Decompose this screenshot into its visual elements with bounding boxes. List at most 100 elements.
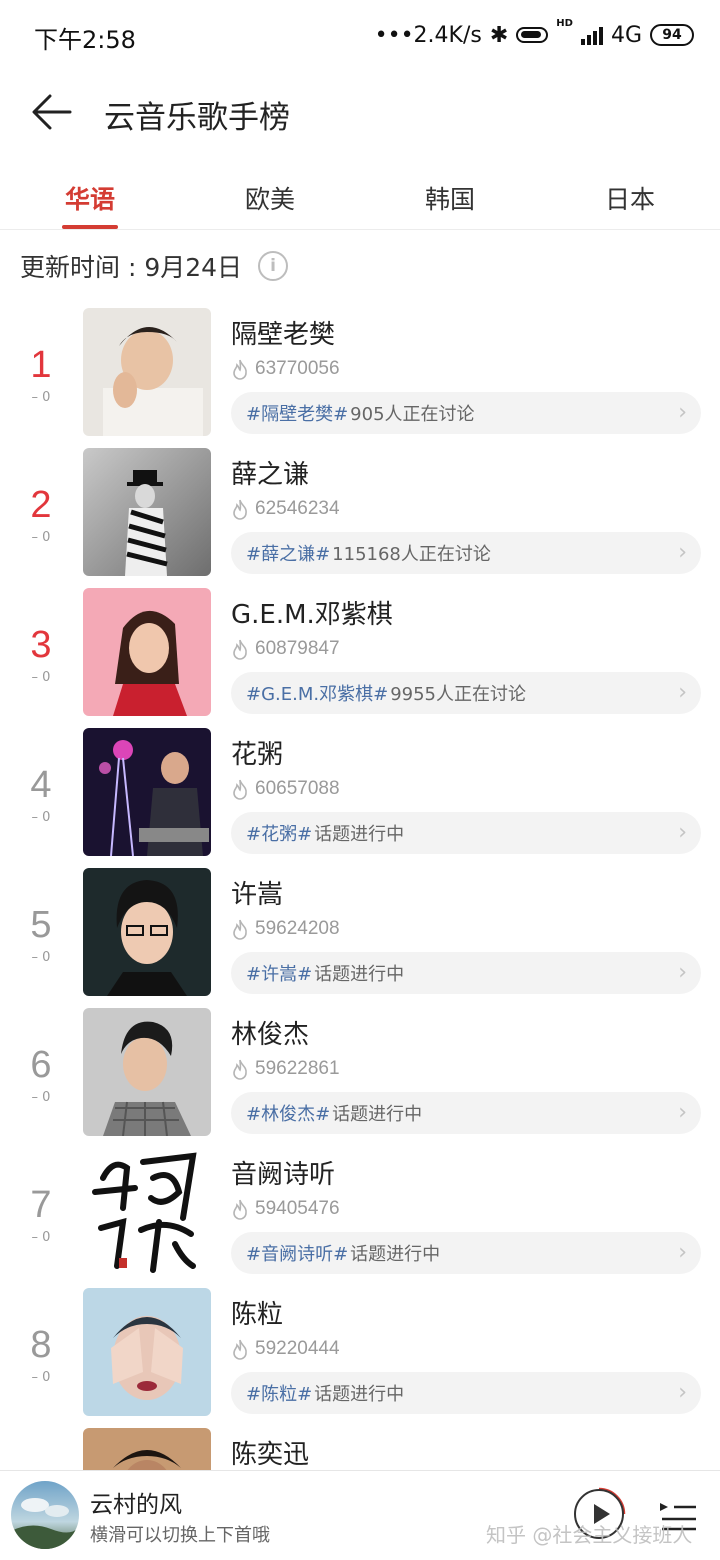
singer-row[interactable]: 2 – 0 薛之谦 62546234 #薛之谦# 115168人正在讨论 › bbox=[0, 440, 720, 580]
singer-row[interactable]: 8 – 0 陈粒 59220444 #陈粒# 话题进行中 › bbox=[0, 1280, 720, 1420]
topic-tag: #薛之谦# bbox=[246, 544, 331, 565]
singer-row[interactable]: 7 – 0 音阙诗听 59405476 #音阙诗听# 话题进行中 › bbox=[0, 1140, 720, 1280]
page-title: 云音乐歌手榜 bbox=[104, 100, 290, 136]
chevron-right-icon: › bbox=[678, 1240, 687, 1265]
rank-change: – 0 bbox=[31, 390, 51, 405]
heat-row: 63770056 bbox=[231, 356, 340, 382]
singer-list[interactable]: 1 – 0 隔壁老樊 63770056 #隔壁老樊# 905人正在讨论 › 2 … bbox=[0, 300, 720, 1470]
status-time: 下午2:58 bbox=[34, 26, 136, 54]
vibrate-toggle-icon bbox=[516, 27, 549, 43]
rank-number: 7 bbox=[30, 1184, 52, 1226]
hd-label: HD bbox=[556, 18, 573, 29]
topic-status: 9955人正在讨论 bbox=[390, 684, 526, 705]
tab-korean[interactable]: 韩国 bbox=[360, 156, 540, 229]
heat-row: 59220444 bbox=[231, 1336, 340, 1362]
singer-row[interactable]: 6 – 0 林俊杰 59622861 #林俊杰# 话题进行中 › bbox=[0, 1000, 720, 1140]
rank-change: – 0 bbox=[31, 670, 51, 685]
topic-tag: #陈粒# bbox=[246, 1384, 313, 1405]
info-icon[interactable]: i bbox=[258, 251, 289, 281]
rank-change: – 0 bbox=[31, 1090, 51, 1105]
update-time-row: 更新时间 : 9月24日 i bbox=[20, 248, 289, 284]
flame-icon bbox=[233, 779, 247, 800]
singer-avatar bbox=[83, 1288, 211, 1416]
singer-name: 许嵩 bbox=[231, 880, 284, 910]
topic-status: 话题进行中 bbox=[314, 964, 405, 985]
singer-avatar bbox=[83, 1148, 211, 1276]
chevron-right-icon: › bbox=[678, 400, 687, 425]
heat-value: 63770056 bbox=[255, 358, 340, 379]
rank-change: – 0 bbox=[31, 1370, 51, 1385]
battery-level: 94 bbox=[662, 27, 682, 43]
singer-name: 林俊杰 bbox=[231, 1020, 310, 1050]
topic-pill[interactable]: #音阙诗听# 话题进行中 › bbox=[231, 1232, 701, 1274]
rank-change: – 0 bbox=[31, 810, 51, 825]
topic-pill[interactable]: #许嵩# 话题进行中 › bbox=[231, 952, 701, 994]
topic-pill[interactable]: #薛之谦# 115168人正在讨论 › bbox=[231, 532, 701, 574]
rank-number: 2 bbox=[30, 484, 52, 526]
back-button[interactable] bbox=[30, 92, 74, 132]
singer-name: 音阙诗听 bbox=[231, 1160, 336, 1190]
heat-value: 59622861 bbox=[255, 1058, 340, 1079]
singer-row[interactable]: 5 – 0 许嵩 59624208 #许嵩# 话题进行中 › bbox=[0, 860, 720, 1000]
rank-change: – 0 bbox=[31, 530, 51, 545]
now-playing-title: 云村的风 bbox=[90, 1492, 182, 1518]
heat-row: 59405476 bbox=[231, 1196, 340, 1222]
chevron-right-icon: › bbox=[678, 960, 687, 985]
heat-value: 59624208 bbox=[255, 918, 340, 939]
flame-icon bbox=[233, 1199, 247, 1220]
network-type: 4G bbox=[610, 22, 642, 48]
topic-pill[interactable]: #陈粒# 话题进行中 › bbox=[231, 1372, 701, 1414]
singer-avatar bbox=[83, 1428, 211, 1470]
topic-tag: #G.E.M.邓紫棋# bbox=[246, 684, 389, 705]
back-arrow-icon bbox=[32, 94, 72, 130]
watermark: 知乎 @社会主义接班人 bbox=[486, 1523, 693, 1547]
topic-pill[interactable]: #花粥# 话题进行中 › bbox=[231, 812, 701, 854]
singer-row[interactable]: 1 – 0 隔壁老樊 63770056 #隔壁老樊# 905人正在讨论 › bbox=[0, 300, 720, 440]
singer-name: G.E.M.邓紫棋 bbox=[231, 600, 393, 630]
region-tabs: 华语 欧美 韩国 日本 bbox=[0, 156, 720, 230]
network-speed: •••2.4K/s bbox=[374, 22, 482, 48]
heat-value: 62546234 bbox=[255, 498, 340, 519]
topic-tag: #音阙诗听# bbox=[246, 1244, 349, 1265]
singer-row[interactable]: 3 – 0 G.E.M.邓紫棋 60879847 #G.E.M.邓紫棋# 995… bbox=[0, 580, 720, 720]
signal-icon bbox=[580, 25, 603, 45]
status-bar: 下午2:58 •••2.4K/s ✱ HD 4G 94 bbox=[0, 0, 720, 70]
update-time: 更新时间 : 9月24日 bbox=[20, 253, 243, 282]
singer-avatar bbox=[83, 728, 211, 856]
app-header: 云音乐歌手榜 bbox=[0, 70, 720, 156]
bluetooth-icon: ✱ bbox=[489, 22, 509, 48]
topic-tag: #许嵩# bbox=[246, 964, 313, 985]
singer-name: 隔壁老樊 bbox=[231, 320, 336, 350]
tab-chinese[interactable]: 华语 bbox=[0, 156, 180, 229]
rank-number: 6 bbox=[30, 1044, 52, 1086]
topic-tag: #花粥# bbox=[246, 824, 313, 845]
battery-icon: 94 bbox=[650, 24, 694, 46]
topic-status: 话题进行中 bbox=[332, 1104, 423, 1125]
topic-pill[interactable]: #林俊杰# 话题进行中 › bbox=[231, 1092, 701, 1134]
heat-row: 62546234 bbox=[231, 496, 340, 522]
singer-row[interactable]: 陈奕迅 bbox=[0, 1420, 720, 1470]
heat-value: 59220444 bbox=[255, 1338, 340, 1359]
mini-player[interactable]: 云村的风 横滑可以切换上下首哦 知乎 @社会主义接班人 bbox=[0, 1470, 720, 1560]
tab-japanese[interactable]: 日本 bbox=[540, 156, 720, 229]
chevron-right-icon: › bbox=[678, 820, 687, 845]
rank-number: 4 bbox=[30, 764, 52, 806]
rank-number: 3 bbox=[30, 624, 52, 666]
heat-value: 59405476 bbox=[255, 1198, 340, 1219]
singer-avatar bbox=[83, 868, 211, 996]
chevron-right-icon: › bbox=[678, 1380, 687, 1405]
topic-status: 话题进行中 bbox=[314, 824, 405, 845]
singer-avatar bbox=[83, 448, 211, 576]
topic-pill[interactable]: #G.E.M.邓紫棋# 9955人正在讨论 › bbox=[231, 672, 701, 714]
topic-pill[interactable]: #隔壁老樊# 905人正在讨论 › bbox=[231, 392, 701, 434]
topic-tag: #林俊杰# bbox=[246, 1104, 331, 1125]
rank-number: 5 bbox=[30, 904, 52, 946]
flame-icon bbox=[233, 499, 247, 520]
status-indicators: •••2.4K/s ✱ HD 4G 94 bbox=[375, 18, 694, 52]
singer-avatar bbox=[83, 588, 211, 716]
tab-western[interactable]: 欧美 bbox=[180, 156, 360, 229]
topic-tag: #隔壁老樊# bbox=[246, 404, 349, 425]
flame-icon bbox=[233, 1059, 247, 1080]
singer-row[interactable]: 4 – 0 花粥 60657088 #花粥# 话题进行中 › bbox=[0, 720, 720, 860]
album-art[interactable] bbox=[11, 1481, 79, 1549]
